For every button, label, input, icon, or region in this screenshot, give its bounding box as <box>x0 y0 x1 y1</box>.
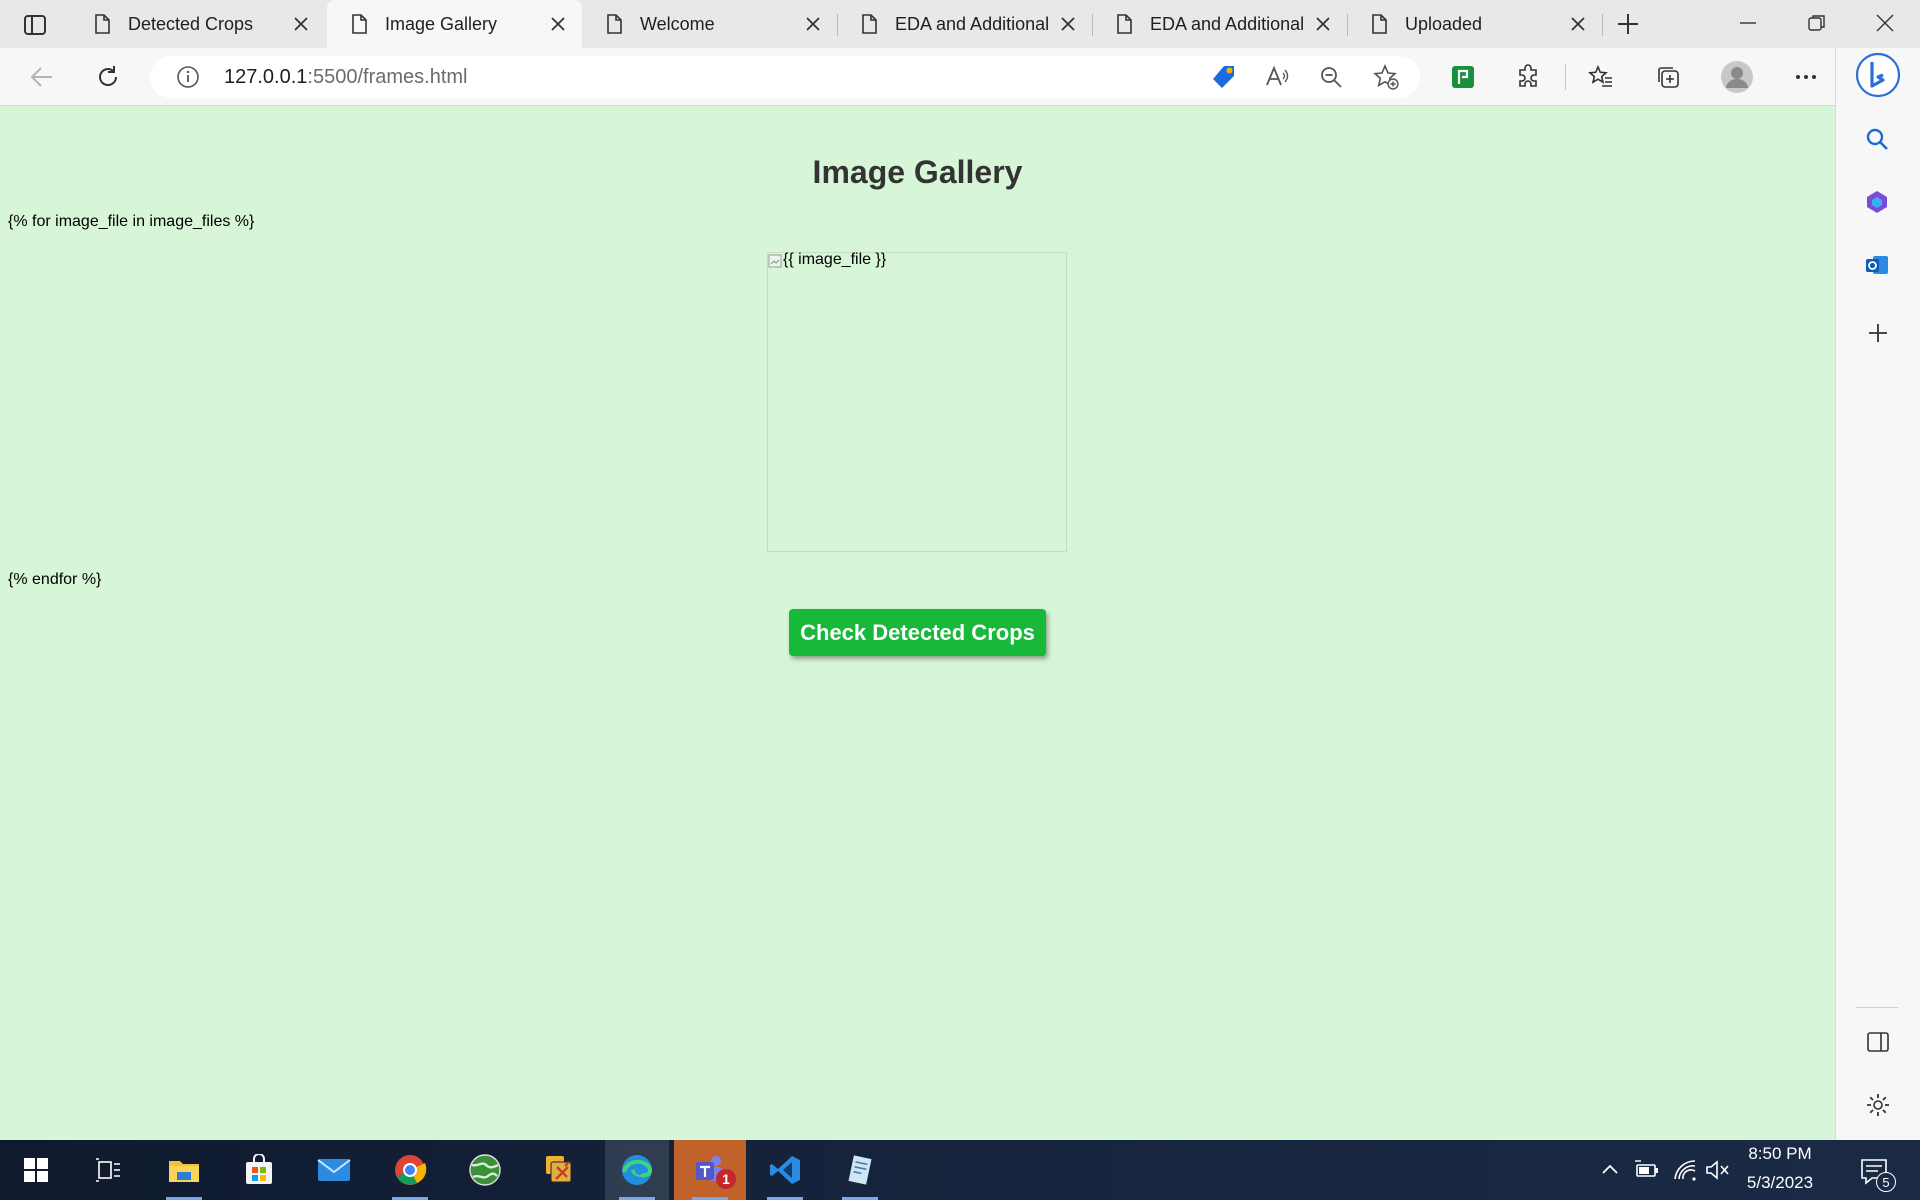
tab-image-gallery[interactable]: Image Gallery <box>327 0 582 48</box>
close-icon[interactable] <box>1568 14 1588 34</box>
close-icon[interactable] <box>803 14 823 34</box>
more-options-icon[interactable] <box>1793 64 1819 90</box>
wifi-icon[interactable] <box>1672 1158 1698 1182</box>
taskbar-notepad[interactable] <box>832 1140 888 1200</box>
template-loop-start-text: {% for image_file in image_files %} <box>8 213 255 230</box>
minimize-button[interactable] <box>1737 12 1759 34</box>
refresh-button[interactable] <box>94 63 122 91</box>
windows-logo-icon <box>24 1158 48 1182</box>
tab-label: EDA and Additional <box>895 14 1050 34</box>
read-aloud-icon[interactable] <box>1264 64 1290 90</box>
toolbar-separator <box>1565 64 1566 90</box>
vscode-icon <box>770 1156 800 1184</box>
url-text[interactable]: 127.0.0.1:5500/frames.html <box>224 56 468 98</box>
extension-green-icon[interactable] <box>1450 64 1476 90</box>
gallery-image <box>767 252 1067 552</box>
task-view-button[interactable] <box>80 1140 136 1200</box>
bing-copilot-icon[interactable] <box>1855 52 1901 98</box>
profile-avatar-icon[interactable] <box>1720 60 1754 94</box>
microsoft365-icon[interactable] <box>1864 189 1890 215</box>
taskbar-mail[interactable] <box>306 1140 362 1200</box>
notification-count: 5 <box>1882 1175 1890 1190</box>
close-window-button[interactable] <box>1874 12 1896 34</box>
taskbar-edge[interactable] <box>605 1140 669 1200</box>
collections-icon[interactable] <box>1655 64 1681 90</box>
sidebar-settings-gear-icon[interactable] <box>1865 1092 1891 1118</box>
tab-uploaded[interactable]: Uploaded <box>1347 0 1602 48</box>
taskbar-app-globe[interactable] <box>457 1140 513 1200</box>
tab-label: EDA and Additional <box>1150 14 1305 34</box>
microsoft-store-icon <box>246 1154 272 1184</box>
page-icon <box>604 14 624 34</box>
tab-separator <box>1602 14 1603 36</box>
taskbar-microsoft-store[interactable] <box>231 1140 287 1200</box>
broken-image-icon <box>768 254 782 268</box>
hide-sidebar-icon[interactable] <box>1866 1030 1890 1054</box>
favorites-icon[interactable] <box>1588 64 1614 90</box>
add-sidebar-app-icon[interactable] <box>1866 321 1890 345</box>
tab-eda-1[interactable]: EDA and Additional <box>837 0 1092 48</box>
taskbar-vscode[interactable] <box>757 1140 813 1200</box>
tab-eda-2[interactable]: EDA and Additional <box>1092 0 1347 48</box>
teams-notification-badge: 1 <box>716 1169 736 1189</box>
tab-label: Image Gallery <box>385 14 498 34</box>
notepad-icon <box>848 1155 872 1185</box>
tab-detected-crops[interactable]: Detected Crops <box>70 0 325 48</box>
page-icon <box>92 14 112 34</box>
back-button[interactable] <box>28 63 56 91</box>
taskbar-clock-time[interactable]: 8:50 PM <box>1730 1144 1830 1164</box>
shopping-tag-icon[interactable] <box>1210 63 1238 91</box>
edge-icon <box>622 1155 653 1185</box>
add-favorite-icon[interactable] <box>1372 63 1400 91</box>
teams-badge-count: 1 <box>722 1171 730 1187</box>
tab-welcome[interactable]: Welcome <box>582 0 837 48</box>
taskbar-tools-app[interactable] <box>532 1140 588 1200</box>
chrome-icon <box>395 1155 427 1185</box>
show-hidden-icons-chevron-up-icon[interactable] <box>1598 1158 1622 1182</box>
close-icon[interactable] <box>291 14 311 34</box>
start-button[interactable] <box>8 1140 64 1200</box>
url-host: 127.0.0.1 <box>224 66 308 88</box>
taskbar-clock-date[interactable]: 5/3/2023 <box>1730 1173 1830 1193</box>
sidebar-divider <box>1856 1007 1898 1008</box>
notification-count-badge: 5 <box>1876 1172 1896 1192</box>
taskbar-teams[interactable]: 1 <box>674 1140 746 1200</box>
tools-app-icon <box>546 1156 572 1183</box>
site-info-icon[interactable] <box>176 65 200 89</box>
close-icon[interactable] <box>1058 14 1078 34</box>
file-explorer-icon <box>169 1161 199 1182</box>
globe-app-icon <box>469 1154 501 1186</box>
page-icon <box>1114 14 1134 34</box>
battery-icon[interactable] <box>1633 1158 1661 1182</box>
check-detected-crops-button[interactable]: Check Detected Crops <box>789 609 1046 656</box>
page-title: Image Gallery <box>812 154 1023 190</box>
close-icon[interactable] <box>1313 14 1333 34</box>
outlook-icon[interactable] <box>1864 252 1890 278</box>
workspaces-icon[interactable] <box>22 12 48 38</box>
restore-button[interactable] <box>1806 12 1828 34</box>
volume-muted-icon[interactable] <box>1704 1158 1730 1182</box>
url-path: :5500/frames.html <box>307 66 468 88</box>
template-loop-end-text: {% endfor %} <box>8 571 102 588</box>
taskbar-chrome[interactable] <box>382 1140 438 1200</box>
image-alt-text: {{ image_file }} <box>783 251 887 268</box>
zoom-out-icon[interactable] <box>1318 64 1344 90</box>
task-view-icon <box>96 1158 120 1182</box>
page-icon <box>1369 14 1389 34</box>
new-tab-button[interactable] <box>1615 11 1641 37</box>
search-icon[interactable] <box>1864 126 1890 152</box>
tab-label: Detected Crops <box>128 14 254 34</box>
extensions-icon[interactable] <box>1515 64 1541 90</box>
mail-icon <box>317 1159 351 1181</box>
windows-taskbar <box>0 1140 1920 1200</box>
page-icon <box>349 14 369 34</box>
close-icon[interactable] <box>548 14 568 34</box>
notification-center-icon[interactable]: 5 <box>1856 1154 1896 1194</box>
page-icon <box>859 14 879 34</box>
taskbar-file-explorer[interactable] <box>156 1140 212 1200</box>
tab-label: Welcome <box>640 14 715 34</box>
tab-label: Uploaded <box>1405 14 1483 34</box>
